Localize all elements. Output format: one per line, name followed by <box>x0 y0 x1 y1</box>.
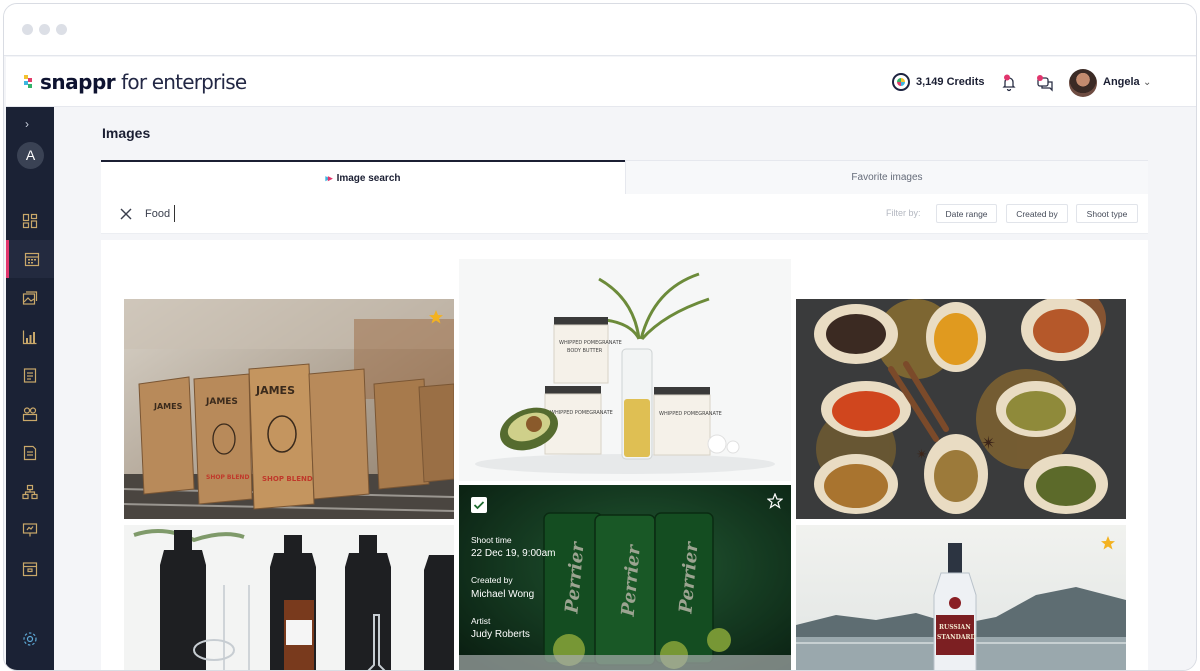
svg-text:JAMES: JAMES <box>153 402 183 411</box>
credits-label: 3,149 Credits <box>916 76 985 88</box>
svg-text:✴: ✴ <box>916 446 928 462</box>
page-title: Images <box>102 125 151 141</box>
team-users-icon <box>22 407 38 422</box>
image-gallery: JAMES JAMES JAMES SHOP BLEND SHOP BLEND <box>101 240 1148 670</box>
glass-bottles-photo <box>124 525 454 670</box>
organization-hierarchy-icon <box>22 484 38 500</box>
svg-text:STANDARD: STANDARD <box>937 634 976 641</box>
credits-icon <box>892 73 910 91</box>
expand-sidebar-chevron-icon[interactable]: › <box>25 117 29 131</box>
sidebar-account-avatar[interactable]: A <box>17 142 44 169</box>
image-tile-perrier-cans[interactable]: Perrier Perrier Perrier Shoot time 22 De… <box>459 485 791 670</box>
sidebar-item-calendar[interactable] <box>6 240 54 278</box>
filter-created-by-button[interactable]: Created by <box>1006 204 1068 223</box>
svg-text:BODY BUTTER: BODY BUTTER <box>567 348 603 354</box>
presentation-screen-icon <box>22 523 38 537</box>
sidebar-item-analytics[interactable] <box>6 318 54 356</box>
shoot-time-value: 22 Dec 19, 9:00am <box>471 548 556 559</box>
image-tile-coffee-bags[interactable]: JAMES JAMES JAMES SHOP BLEND SHOP BLEND <box>124 299 454 519</box>
select-image-checkbox[interactable] <box>471 497 487 513</box>
image-tile-spices[interactable]: ✴ ✴ <box>796 299 1126 519</box>
text-caret <box>174 205 175 222</box>
user-avatar[interactable] <box>1069 69 1097 97</box>
image-tabs: ▸▸ Image search Favorite images <box>101 160 1148 194</box>
spices-photo: ✴ ✴ <box>796 299 1126 519</box>
window-titlebar <box>4 4 1196 56</box>
coffee-bags-photo: JAMES JAMES JAMES SHOP BLEND SHOP BLEND <box>124 299 454 519</box>
shoot-time-label: Shoot time <box>471 535 512 545</box>
clear-search-close-icon[interactable] <box>119 207 133 221</box>
svg-text:JAMES: JAMES <box>255 384 295 397</box>
body-butter-photo: WHIPPED POMEGRANATE BODY BUTTER WHIPPED … <box>459 259 791 481</box>
filter-shoot-type-button[interactable]: Shoot type <box>1076 204 1138 223</box>
artist-label: Artist <box>471 616 491 626</box>
svg-text:WHIPPED POMEGRANATE: WHIPPED POMEGRANATE <box>659 411 722 417</box>
sidebar: › A <box>6 107 54 670</box>
images-gallery-icon <box>22 291 38 305</box>
sidebar-item-images[interactable] <box>6 279 54 317</box>
sidebar-item-organization[interactable] <box>6 473 54 511</box>
dashboard-grid-icon <box>22 213 38 229</box>
filter-date-range-button[interactable]: Date range <box>936 204 997 223</box>
browser-window: snappr for enterprise 3,149 Credits Ange… <box>3 3 1197 671</box>
checkmark-icon <box>473 501 485 510</box>
created-by-label: Created by <box>471 575 513 585</box>
document-icon <box>23 445 37 461</box>
svg-text:SHOP BLEND: SHOP BLEND <box>206 474 249 481</box>
filter-by-label: Filter by: <box>886 208 921 218</box>
created-by-value: Michael Wong <box>471 589 535 600</box>
svg-text:JAMES: JAMES <box>205 397 238 407</box>
image-search-tab-icon: ▸▸ <box>325 172 333 183</box>
brand-name: snappr <box>40 70 116 94</box>
archive-box-icon <box>22 562 38 577</box>
brand-suffix: for enterprise <box>121 70 247 94</box>
notifications-bell-icon[interactable] <box>1000 74 1018 92</box>
svg-text:✴: ✴ <box>981 433 996 453</box>
svg-text:WHIPPED POMEGRANATE: WHIPPED POMEGRANATE <box>559 340 622 346</box>
window-dot <box>56 24 67 35</box>
messages-chat-icon[interactable] <box>1036 74 1054 92</box>
analytics-chart-icon <box>22 330 37 345</box>
search-bar: Filter by: Date range Created by Shoot t… <box>101 194 1148 234</box>
image-tile-glass-bottles[interactable] <box>124 525 454 670</box>
favorite-star-icon[interactable] <box>428 309 444 325</box>
tab-favorite-images-label: Favorite images <box>851 172 923 183</box>
user-name[interactable]: Angela <box>1103 76 1140 88</box>
tab-image-search-label: Image search <box>336 172 401 184</box>
svg-text:WHIPPED POMEGRANATE: WHIPPED POMEGRANATE <box>550 410 613 416</box>
image-tile-body-butter[interactable]: WHIPPED POMEGRANATE BODY BUTTER WHIPPED … <box>459 259 791 481</box>
image-tile-vodka-bottle[interactable]: RUSSIAN STANDARD <box>796 525 1126 670</box>
settings-gear-icon <box>23 632 37 646</box>
artist-value: Judy Roberts <box>471 629 530 640</box>
sidebar-item-dashboard[interactable] <box>6 202 54 240</box>
chevron-down-icon[interactable]: ⌄ <box>1143 77 1151 88</box>
snappr-logo-icon <box>24 75 36 89</box>
sidebar-item-presentations[interactable] <box>6 511 54 549</box>
window-dot <box>22 24 33 35</box>
sidebar-item-orders[interactable] <box>6 356 54 394</box>
clipboard-list-icon <box>23 368 37 383</box>
sidebar-item-team[interactable] <box>6 395 54 433</box>
tab-favorite-images[interactable]: Favorite images <box>625 160 1148 194</box>
vodka-lake-photo: RUSSIAN STANDARD <box>796 525 1126 670</box>
app-header: snappr for enterprise 3,149 Credits Ange… <box>6 57 1196 107</box>
sidebar-item-settings[interactable] <box>6 620 54 658</box>
svg-text:SHOP BLEND: SHOP BLEND <box>262 475 313 483</box>
sidebar-item-archive[interactable] <box>6 550 54 588</box>
favorite-star-icon[interactable] <box>1100 535 1116 551</box>
window-dot <box>39 24 50 35</box>
snappr-logo[interactable]: snappr for enterprise <box>24 70 247 94</box>
svg-text:RUSSIAN: RUSSIAN <box>939 624 971 631</box>
search-input[interactable] <box>145 204 645 224</box>
sidebar-item-documents[interactable] <box>6 434 54 472</box>
credits-indicator[interactable]: 3,149 Credits <box>892 73 984 91</box>
favorite-star-outline-icon[interactable] <box>767 493 783 509</box>
calendar-icon <box>24 252 39 267</box>
main-content: Images ▸▸ Image search Favorite images F… <box>54 107 1196 670</box>
tab-image-search[interactable]: ▸▸ Image search <box>101 160 625 194</box>
